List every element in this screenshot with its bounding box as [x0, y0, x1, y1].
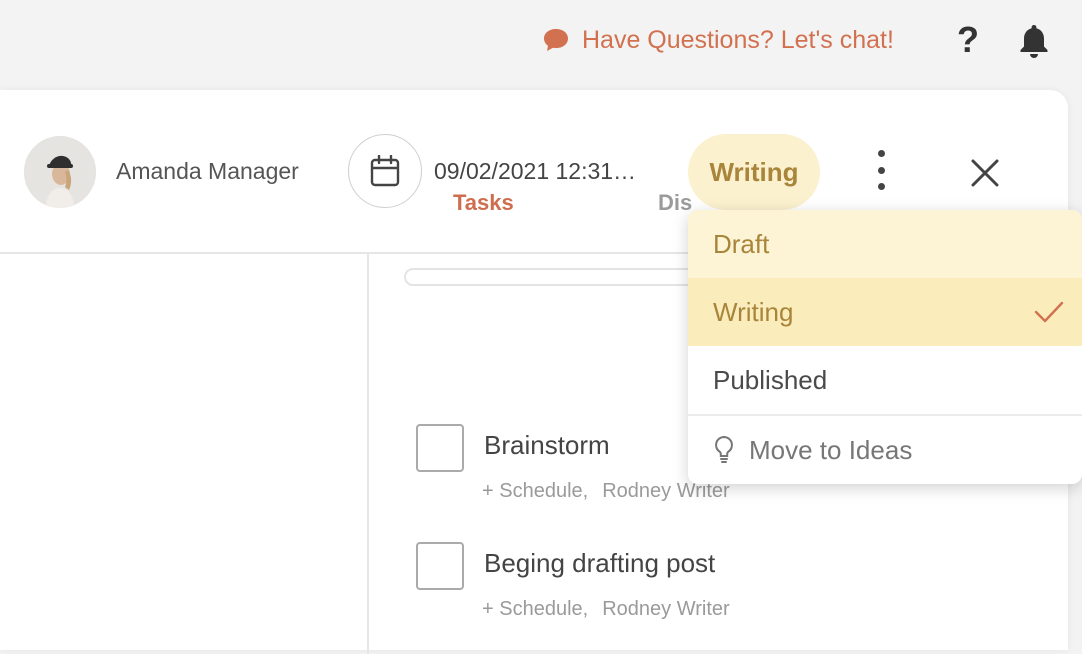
- task-assignee[interactable]: Rodney Writer: [602, 598, 729, 620]
- publish-date[interactable]: 09/02/2021 12:31…: [434, 158, 636, 185]
- task-progress-bar: [404, 268, 704, 286]
- move-to-ideas-label: Move to Ideas: [749, 434, 913, 465]
- schedule-link[interactable]: + Schedule,: [482, 480, 588, 502]
- chat-link[interactable]: Have Questions? Let's chat!: [542, 22, 894, 58]
- chat-link-label: Have Questions? Let's chat!: [582, 25, 894, 54]
- lightbulb-icon: [715, 435, 733, 463]
- date-picker-button[interactable]: [348, 134, 422, 208]
- task-checkbox[interactable]: [416, 424, 464, 472]
- help-icon[interactable]: ?: [952, 20, 984, 60]
- owner-name[interactable]: Amanda Manager: [116, 158, 299, 185]
- bell-icon[interactable]: [1016, 22, 1052, 60]
- task-title[interactable]: Beging drafting post: [484, 548, 715, 579]
- calendar-icon: [370, 155, 400, 187]
- task-title[interactable]: Brainstorm: [484, 430, 610, 461]
- more-vertical-icon[interactable]: [866, 150, 896, 190]
- status-option-label: Writing: [713, 296, 794, 327]
- status-menu: Draft Writing Published Move to Ideas: [688, 210, 1082, 484]
- status-dropdown-button[interactable]: Writing: [688, 134, 820, 210]
- chat-bubble-icon: [542, 26, 570, 54]
- task-meta: + Schedule, Rodney Writer: [482, 598, 730, 621]
- tab-tasks[interactable]: Tasks: [453, 190, 514, 216]
- status-option-label: Draft: [713, 228, 770, 259]
- top-bar: Have Questions? Let's chat! ?: [0, 0, 1082, 86]
- avatar: [24, 136, 96, 208]
- move-to-ideas-option[interactable]: Move to Ideas: [688, 416, 1082, 484]
- check-icon: [1034, 301, 1064, 323]
- task-checkbox[interactable]: [416, 542, 464, 590]
- status-option-published[interactable]: Published: [688, 346, 1082, 414]
- close-icon[interactable]: [964, 152, 1006, 194]
- schedule-link[interactable]: + Schedule,: [482, 598, 588, 620]
- panel-divider: [367, 254, 369, 654]
- status-option-draft[interactable]: Draft: [688, 210, 1082, 278]
- status-option-label: Published: [713, 364, 828, 395]
- status-option-writing[interactable]: Writing: [688, 278, 1082, 346]
